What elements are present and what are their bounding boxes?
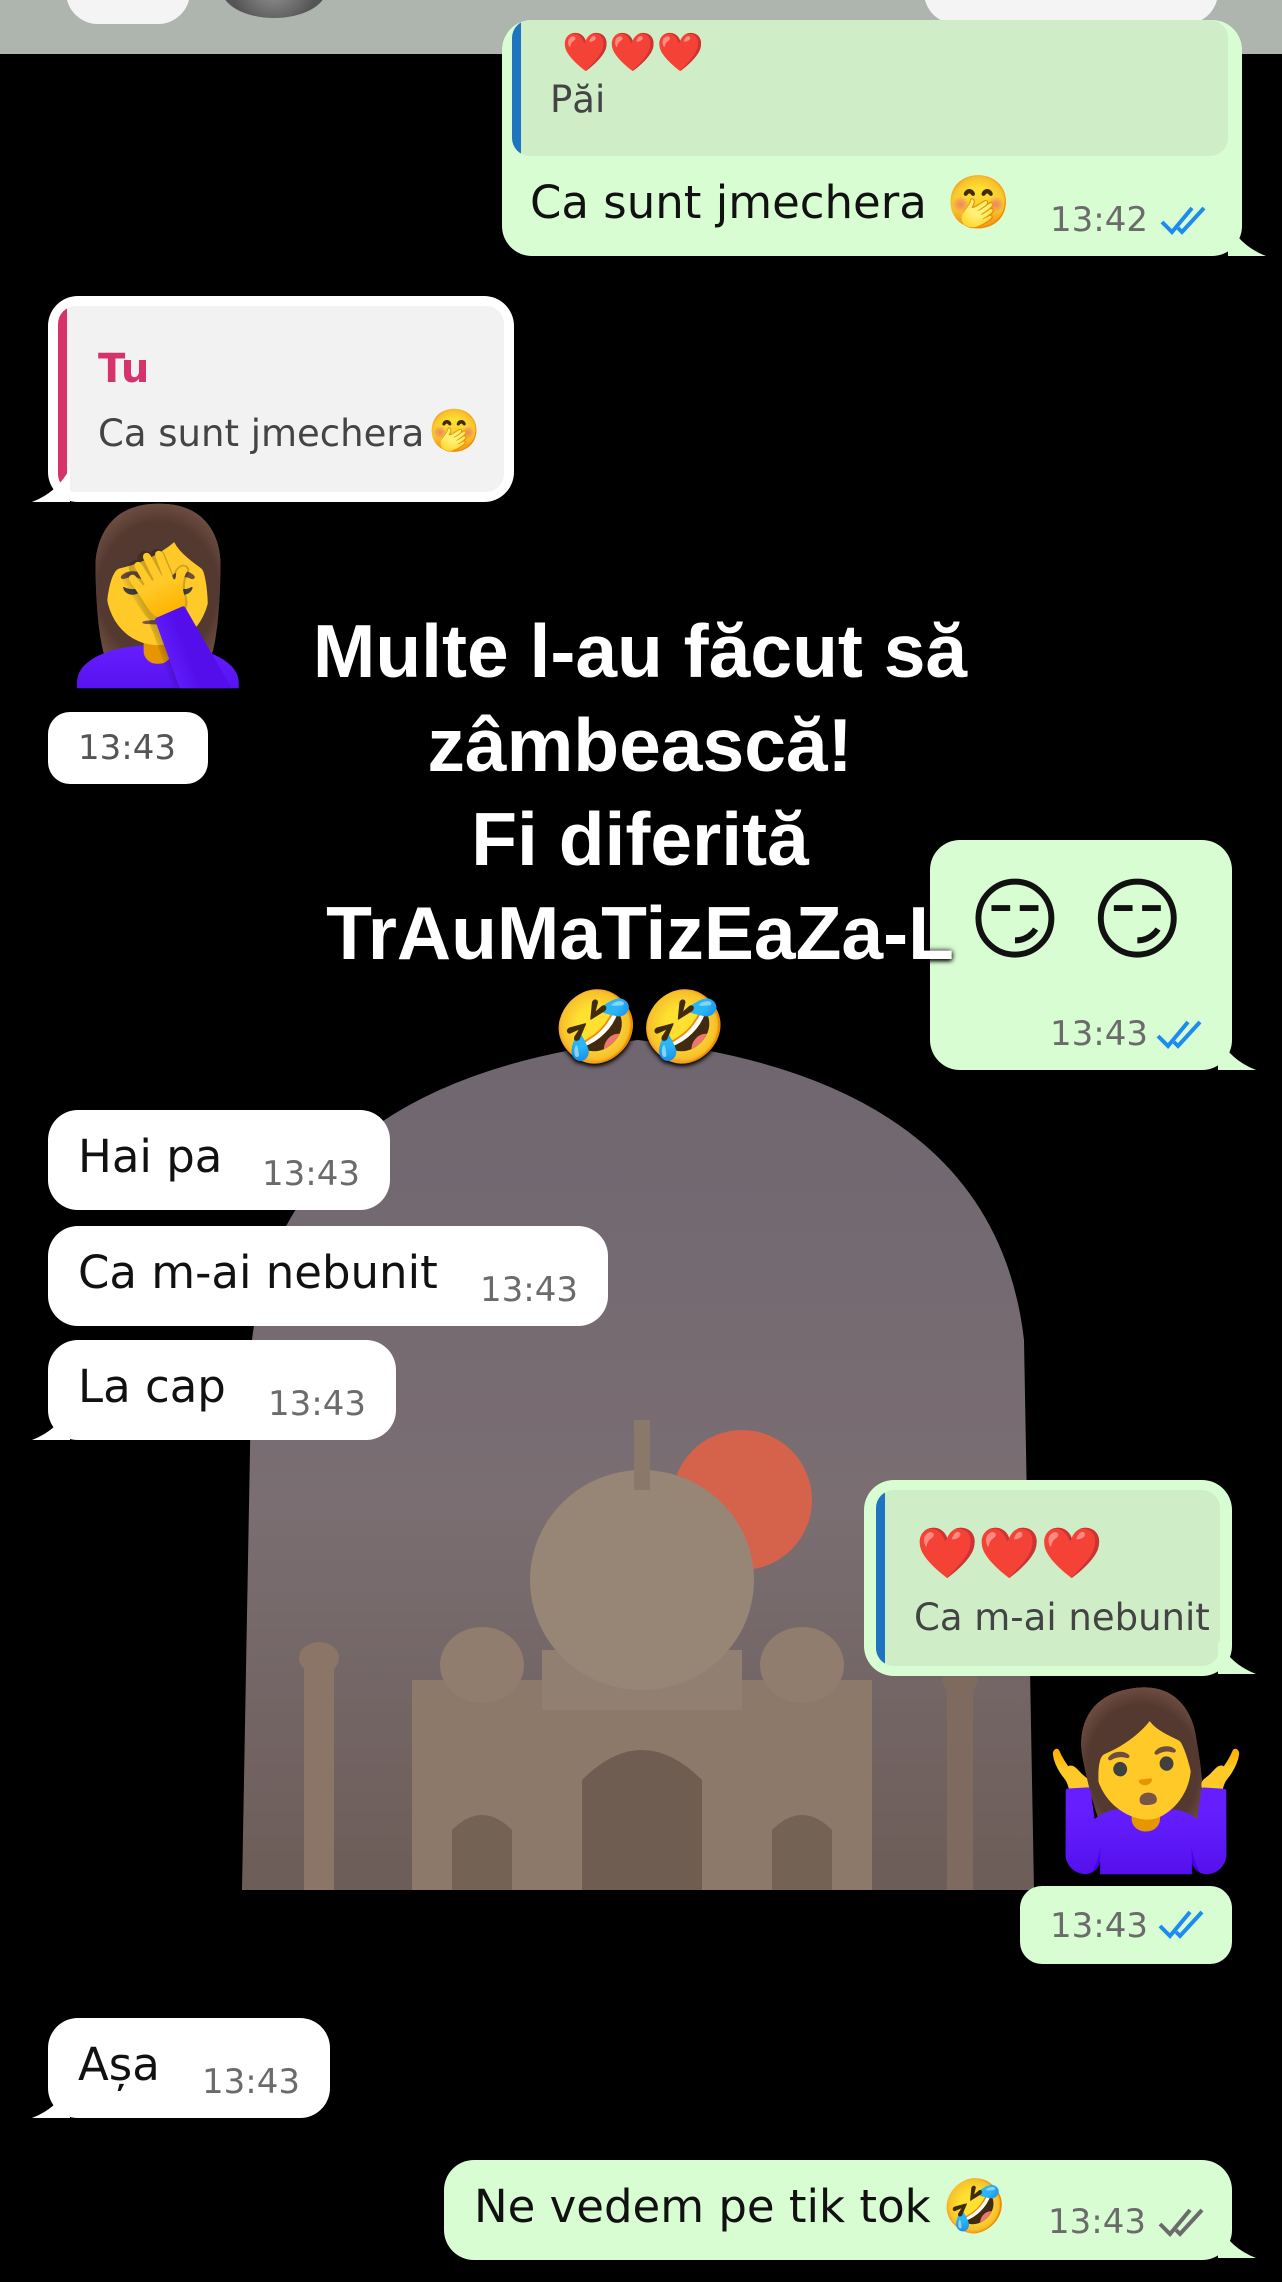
- quoted-message[interactable]: Tu Ca sunt jmechera 🤭: [58, 306, 504, 492]
- timestamp: 13:43: [268, 1384, 366, 1424]
- read-ticks-icon: [1156, 1020, 1202, 1049]
- quote-text: Ca m-ai nebunit: [914, 1596, 1210, 1639]
- timestamp: 13:43: [1050, 1906, 1148, 1946]
- quote-bar: [876, 1490, 885, 1666]
- back-button[interactable]: [66, 0, 190, 24]
- bubble-tail: [32, 2084, 70, 2118]
- quote-author: Tu: [98, 346, 150, 392]
- message-bubble-incoming[interactable]: La cap 13:43: [48, 1340, 396, 1440]
- emoji: 🤭: [946, 173, 1011, 233]
- sent-ticks-icon: [1158, 2208, 1204, 2237]
- quote-text: Ca sunt jmechera: [98, 412, 425, 455]
- quote-text: Păi: [550, 78, 606, 121]
- overlay-line-4: TrAuMaTizEaZa-L: [326, 891, 954, 975]
- bubble-tail: [32, 1406, 70, 1440]
- message-bubble-outgoing[interactable]: ❤️❤️❤️ Păi Ca sunt jmechera 🤭 13:42: [502, 20, 1242, 256]
- bubble-tail: [1218, 1640, 1256, 1674]
- message-bubble-outgoing[interactable]: ❤️❤️❤️ Ca m-ai nebunit: [864, 1480, 1232, 1676]
- bubble-tail: [1218, 2224, 1256, 2258]
- message-text: La cap: [78, 1360, 226, 1413]
- message-bubble-incoming[interactable]: Hai pa 13:43: [48, 1110, 390, 1210]
- quoted-message[interactable]: ❤️❤️❤️ Ca m-ai nebunit: [876, 1490, 1220, 1666]
- overlay-line-3: Fi diferită: [471, 797, 809, 881]
- emoji: 🤭: [428, 406, 481, 455]
- timestamp: 13:43: [262, 1154, 360, 1194]
- emoji: 🤣: [942, 2177, 1007, 2237]
- message-text: Hai pa: [78, 1130, 223, 1183]
- message-bubble-outgoing[interactable]: Ne vedem pe tik tok 🤣 13:43: [444, 2160, 1232, 2260]
- overlay-caption: Multe l-au făcut să zâmbească! Fi diferi…: [140, 604, 1140, 1074]
- message-bubble-incoming[interactable]: Așa 13:43: [48, 2018, 330, 2118]
- bubble-tail: [1228, 222, 1266, 256]
- bubble-tail: [1218, 1036, 1256, 1070]
- overlay-line-1: Multe l-au făcut să: [312, 609, 968, 693]
- read-ticks-icon: [1160, 206, 1206, 235]
- overlay-line-2: zâmbească!: [427, 703, 853, 787]
- quote-reaction: ❤️❤️❤️: [562, 30, 704, 74]
- message-text: Ca sunt jmechera: [530, 176, 927, 229]
- quote-bar: [58, 306, 67, 492]
- hearts-reaction: ❤️❤️❤️: [916, 1524, 1103, 1582]
- timestamp: 13:42: [1050, 200, 1148, 240]
- quoted-message[interactable]: ❤️❤️❤️ Păi: [512, 20, 1228, 156]
- timestamp: 13:43: [202, 2062, 300, 2102]
- message-bubble-incoming[interactable]: Tu Ca sunt jmechera 🤭: [48, 296, 514, 502]
- timestamp: 13:43: [480, 1270, 578, 1310]
- read-ticks-icon: [1158, 1910, 1204, 1939]
- overlay-emoji: 🤣🤣: [552, 988, 728, 1066]
- message-text: Ca m-ai nebunit: [78, 1246, 438, 1299]
- message-bubble-incoming[interactable]: Ca m-ai nebunit 13:43: [48, 1226, 608, 1326]
- timestamp-pill: 13:43: [1020, 1886, 1232, 1964]
- quote-bar: [512, 20, 521, 156]
- timestamp: 13:43: [1048, 2202, 1146, 2242]
- message-text: Ne vedem pe tik tok: [474, 2180, 931, 2233]
- shrug-sticker[interactable]: 🤷‍♀️: [1040, 1696, 1252, 1866]
- message-text: Așa: [78, 2038, 160, 2091]
